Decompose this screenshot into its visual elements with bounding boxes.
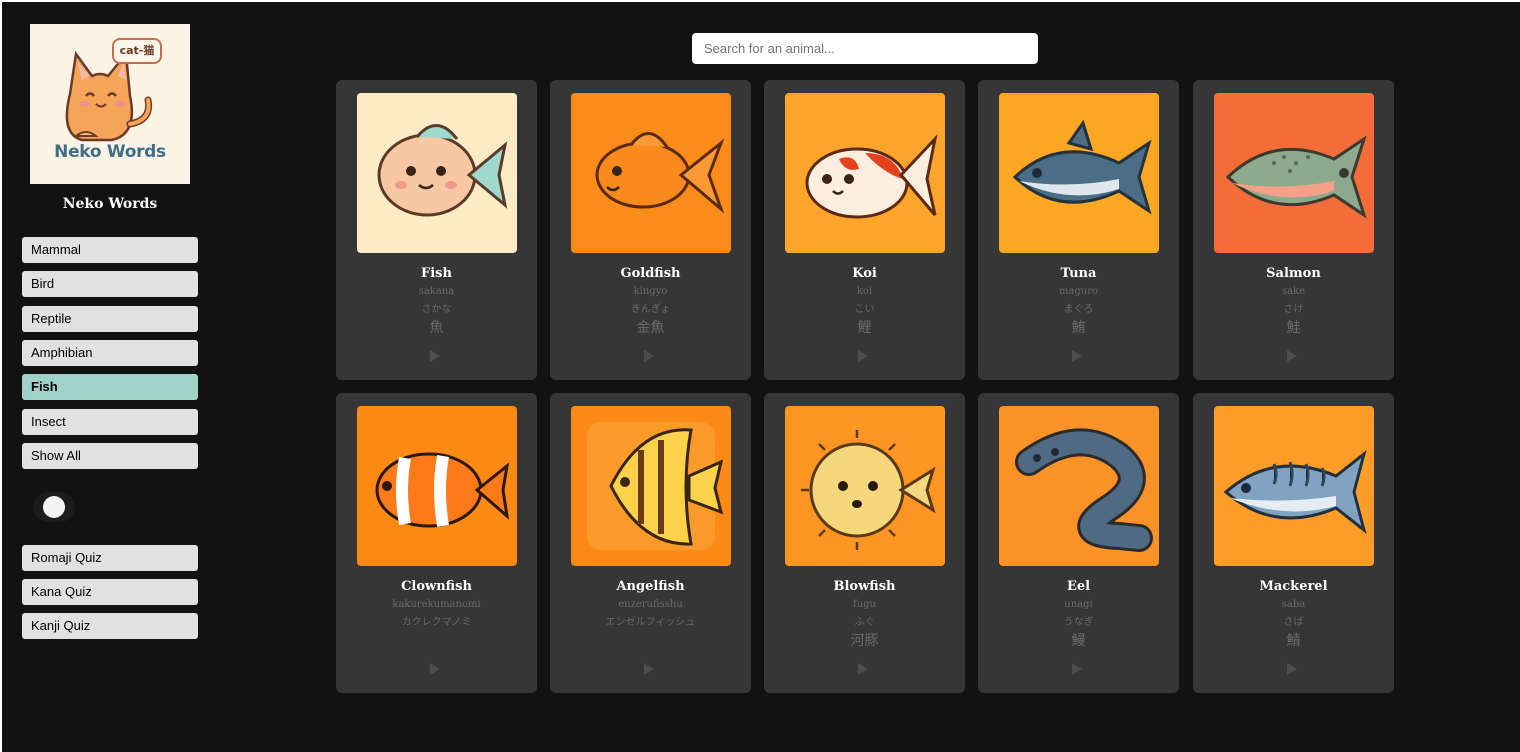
card-romaji: maguro bbox=[1058, 286, 1099, 297]
card-name: Goldfish bbox=[620, 266, 681, 281]
clownfish-icon bbox=[357, 406, 517, 566]
kana-quiz-button[interactable]: Kana Quiz bbox=[22, 579, 198, 605]
play-audio-icon[interactable] bbox=[644, 663, 654, 675]
card-kana: さけ bbox=[1283, 304, 1304, 315]
card-kana: さば bbox=[1283, 617, 1304, 628]
logo-badge: cat-猫 bbox=[112, 38, 162, 64]
card-romaji: sakana bbox=[418, 286, 455, 297]
card-kanji: 河豚 bbox=[850, 633, 879, 649]
card-kana: こい bbox=[854, 304, 875, 315]
card-kana: さかな bbox=[421, 304, 452, 315]
theme-toggle[interactable] bbox=[33, 492, 75, 522]
card-romaji: enzerufisshu bbox=[618, 599, 683, 610]
card-romaji: sake bbox=[1281, 286, 1306, 297]
card-kanji: 魚 bbox=[429, 320, 444, 336]
animal-card-goldfish[interactable]: Goldfish kingyo きんぎょ 金魚 bbox=[550, 80, 751, 380]
animal-card-blowfish[interactable]: Blowfish fugu ふぐ 河豚 bbox=[764, 393, 965, 693]
salmon-icon bbox=[1214, 93, 1374, 253]
romaji-quiz-button[interactable]: Romaji Quiz bbox=[22, 545, 198, 571]
card-kanji: 鮪 bbox=[1071, 320, 1086, 336]
card-romaji: unagi bbox=[1064, 599, 1093, 610]
card-kanji: 金魚 bbox=[636, 320, 665, 336]
category-button-show-all[interactable]: Show All bbox=[22, 443, 198, 469]
app-logo: cat-猫 Neko Words bbox=[30, 24, 190, 184]
animal-card-fish[interactable]: Fish sakana さかな 魚 bbox=[336, 80, 537, 380]
angelfish-icon bbox=[571, 406, 731, 566]
animal-card-tuna[interactable]: Tuna maguro まぐろ 鮪 bbox=[978, 80, 1179, 380]
play-audio-icon[interactable] bbox=[858, 663, 868, 675]
category-button-mammal[interactable]: Mammal bbox=[22, 237, 198, 263]
card-name: Mackerel bbox=[1259, 579, 1328, 594]
card-kana: ふぐ bbox=[854, 617, 875, 628]
card-kana: カクレクマノミ bbox=[401, 617, 472, 628]
kanji-quiz-button[interactable]: Kanji Quiz bbox=[22, 613, 198, 639]
card-name: Angelfish bbox=[616, 579, 685, 594]
category-button-fish[interactable]: Fish bbox=[22, 374, 198, 400]
play-audio-icon[interactable] bbox=[1072, 350, 1082, 362]
card-kanji: 鯖 bbox=[1286, 633, 1301, 649]
card-name: Fish bbox=[421, 266, 452, 281]
play-audio-icon[interactable] bbox=[1287, 663, 1297, 675]
card-kana: まぐろ bbox=[1063, 304, 1094, 315]
tuna-icon bbox=[999, 93, 1159, 253]
category-button-bird[interactable]: Bird bbox=[22, 271, 198, 297]
play-audio-icon[interactable] bbox=[644, 350, 654, 362]
card-name: Eel bbox=[1066, 579, 1091, 594]
card-romaji: kingyo bbox=[633, 286, 668, 297]
category-button-amphibian[interactable]: Amphibian bbox=[22, 340, 198, 366]
toggle-knob bbox=[43, 496, 65, 518]
card-name: Koi bbox=[852, 266, 877, 281]
animal-card-salmon[interactable]: Salmon sake さけ 鮭 bbox=[1193, 80, 1394, 380]
blowfish-icon bbox=[785, 406, 945, 566]
mackerel-icon bbox=[1214, 406, 1374, 566]
goldfish-icon bbox=[571, 93, 731, 253]
card-name: Salmon bbox=[1266, 266, 1321, 281]
card-kana: エンゼルフィッシュ bbox=[605, 617, 696, 628]
play-audio-icon[interactable] bbox=[858, 350, 868, 362]
card-romaji: kakurekumanomi bbox=[392, 599, 481, 610]
card-name: Tuna bbox=[1060, 266, 1097, 281]
sidebar: cat-猫 Neko Words Neko Words Mammal Bird … bbox=[0, 0, 220, 752]
koi-icon bbox=[785, 93, 945, 253]
search-input[interactable] bbox=[692, 33, 1038, 64]
category-button-reptile[interactable]: Reptile bbox=[22, 306, 198, 332]
fish-icon bbox=[357, 93, 517, 253]
animal-card-koi[interactable]: Koi koi こい 鯉 bbox=[764, 80, 965, 380]
logo-text: Neko Words bbox=[54, 142, 166, 162]
card-kanji: 鰻 bbox=[1071, 633, 1086, 649]
animal-card-angelfish[interactable]: Angelfish enzerufisshu エンゼルフィッシュ bbox=[550, 393, 751, 693]
card-kana: うなぎ bbox=[1063, 617, 1094, 628]
animal-card-eel[interactable]: Eel unagi うなぎ 鰻 bbox=[978, 393, 1179, 693]
category-button-insect[interactable]: Insect bbox=[22, 409, 198, 435]
play-audio-icon[interactable] bbox=[430, 350, 440, 362]
card-romaji: koi bbox=[856, 286, 873, 297]
card-name: Clownfish bbox=[401, 579, 472, 594]
animal-card-clownfish[interactable]: Clownfish kakurekumanomi カクレクマノミ bbox=[336, 393, 537, 693]
eel-icon bbox=[999, 406, 1159, 566]
card-kanji: 鯉 bbox=[857, 320, 872, 336]
card-name: Blowfish bbox=[833, 579, 896, 594]
card-romaji: saba bbox=[1281, 599, 1306, 610]
card-romaji: fugu bbox=[853, 599, 876, 610]
play-audio-icon[interactable] bbox=[430, 663, 440, 675]
play-audio-icon[interactable] bbox=[1287, 350, 1297, 362]
animal-card-mackerel[interactable]: Mackerel saba さば 鯖 bbox=[1193, 393, 1394, 693]
play-audio-icon[interactable] bbox=[1072, 663, 1082, 675]
app-title: Neko Words bbox=[62, 196, 158, 212]
card-kanji: 鮭 bbox=[1286, 320, 1301, 336]
card-kana: きんぎょ bbox=[630, 304, 671, 315]
